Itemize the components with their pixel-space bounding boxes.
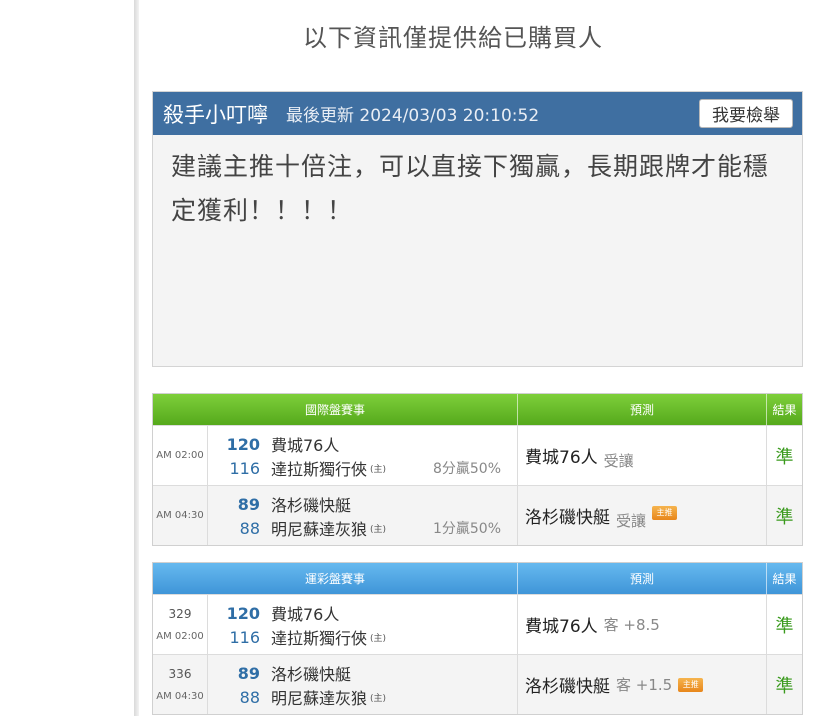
teams-cell: 120 費城76人 116 達拉斯獨行俠 (主) 8分贏50%: [208, 426, 518, 485]
left-sidebar: [0, 0, 135, 716]
away-score: 116: [229, 627, 260, 647]
author-name[interactable]: 殺手小叮嚀: [163, 99, 268, 129]
home-score: 89: [237, 494, 260, 514]
table-row: 329 AM 02:00 120 費城76人 116 達拉斯獨行俠 (主) 費城…: [153, 594, 802, 654]
teams-cell: 89 洛杉磯快艇 88 明尼蘇達灰狼 (主): [208, 655, 518, 714]
prediction-cell: 洛杉磯快艇 客 +1.5 主推: [518, 655, 767, 714]
table-row: 336 AM 04:30 89 洛杉磯快艇 88 明尼蘇達灰狼 (主) 洛杉磯快…: [153, 654, 802, 714]
result-cell: 準: [775, 675, 794, 697]
table-row: AM 04:30 89 洛杉磯快艇 88 明尼蘇達灰狼 (主) 1分贏50% 洛…: [153, 485, 802, 545]
header-prediction: 預測: [518, 563, 767, 594]
purchaser-notice: 以下資訊僅提供給已購買人: [303, 24, 603, 52]
report-button[interactable]: 我要檢舉: [699, 99, 793, 128]
game-time: AM 02:00: [156, 631, 204, 642]
table-row: AM 02:00 120 費城76人 116 達拉斯獨行俠 (主) 8分贏50%…: [153, 425, 802, 485]
header-result: 結果: [772, 572, 797, 586]
prediction-cell: 費城76人 受讓: [518, 426, 767, 485]
predicted-team: 費城76人: [525, 448, 598, 468]
game-time-cell: AM 02:00: [153, 426, 208, 485]
game-time-cell: AM 04:30: [153, 486, 208, 545]
home-team: 洛杉磯快艇: [271, 496, 352, 515]
result-cell: 準: [775, 506, 794, 528]
handicap-line: 1分贏50%: [432, 521, 501, 537]
teams-cell: 120 費城76人 116 達拉斯獨行俠 (主): [208, 595, 518, 654]
international-odds-table: 國際盤賽事 預測 結果 AM 02:00 120 費城76人 116 達拉斯獨行…: [152, 393, 803, 546]
predicted-team: 費城76人: [525, 617, 598, 637]
header-match: 國際盤賽事: [153, 394, 518, 425]
analysis-post: 殺手小叮嚀 最後更新 2024/03/03 20:10:52 我要檢舉 建議主推…: [152, 91, 803, 367]
main-pick-badge: 主推: [652, 505, 678, 520]
teams-cell: 89 洛杉磯快艇 88 明尼蘇達灰狼 (主) 1分贏50%: [208, 486, 518, 545]
table-header: 運彩盤賽事 預測 結果: [153, 563, 802, 594]
result-cell: 準: [775, 615, 794, 637]
game-time-cell: 329 AM 02:00: [153, 595, 208, 654]
handicap-line: 8分贏50%: [432, 461, 501, 477]
game-time: AM 04:30: [156, 691, 204, 702]
home-team: 費城76人: [271, 436, 340, 455]
home-score: 120: [226, 603, 260, 623]
header-match: 運彩盤賽事: [153, 563, 518, 594]
result-cell: 準: [775, 446, 794, 468]
home-score: 89: [237, 663, 260, 683]
lottery-odds-table: 運彩盤賽事 預測 結果 329 AM 02:00 120 費城76人 116 達…: [152, 562, 803, 715]
main-pick-badge: 主推: [678, 677, 704, 692]
predicted-team: 洛杉磯快艇: [525, 677, 610, 697]
prediction-note: 受讓: [603, 452, 634, 470]
predicted-team: 洛杉磯快艇: [525, 508, 610, 528]
home-score: 120: [226, 434, 260, 454]
away-team: 達拉斯獨行俠: [271, 460, 368, 479]
away-team: 明尼蘇達灰狼: [271, 689, 368, 708]
prediction-cell: 費城76人 客 +8.5: [518, 595, 767, 654]
away-score: 116: [229, 458, 260, 478]
game-time: AM 02:00: [156, 450, 204, 461]
host-mark: (主): [370, 633, 387, 644]
away-score: 88: [239, 518, 260, 538]
away-score: 88: [239, 687, 260, 707]
home-team: 費城76人: [271, 605, 340, 624]
home-team: 洛杉磯快艇: [271, 665, 352, 684]
away-team: 明尼蘇達灰狼: [271, 520, 368, 539]
game-code: 329: [168, 607, 192, 621]
prediction-note: 受讓: [616, 512, 647, 530]
post-body: 建議主推十倍注，可以直接下獨贏，長期跟牌才能穩定獲利！！！！: [171, 152, 770, 225]
prediction-note: 客 +1.5: [616, 676, 673, 694]
last-updated: 最後更新 2024/03/03 20:10:52: [286, 106, 540, 126]
prediction-note: 客 +8.5: [603, 616, 660, 634]
host-mark: (主): [370, 693, 387, 704]
post-header: 殺手小叮嚀 最後更新 2024/03/03 20:10:52 我要檢舉: [153, 92, 802, 135]
host-mark: (主): [370, 524, 387, 535]
game-time: AM 04:30: [156, 510, 204, 521]
table-header: 國際盤賽事 預測 結果: [153, 394, 802, 425]
host-mark: (主): [370, 464, 387, 475]
main-content: 以下資訊僅提供給已購買人 殺手小叮嚀 最後更新 2024/03/03 20:10…: [139, 0, 828, 716]
prediction-cell: 洛杉磯快艇 受讓 主推: [518, 486, 767, 545]
game-code: 336: [168, 667, 192, 681]
away-team: 達拉斯獨行俠: [271, 629, 368, 648]
header-prediction: 預測: [518, 394, 767, 425]
game-time-cell: 336 AM 04:30: [153, 655, 208, 714]
header-result: 結果: [772, 403, 797, 417]
